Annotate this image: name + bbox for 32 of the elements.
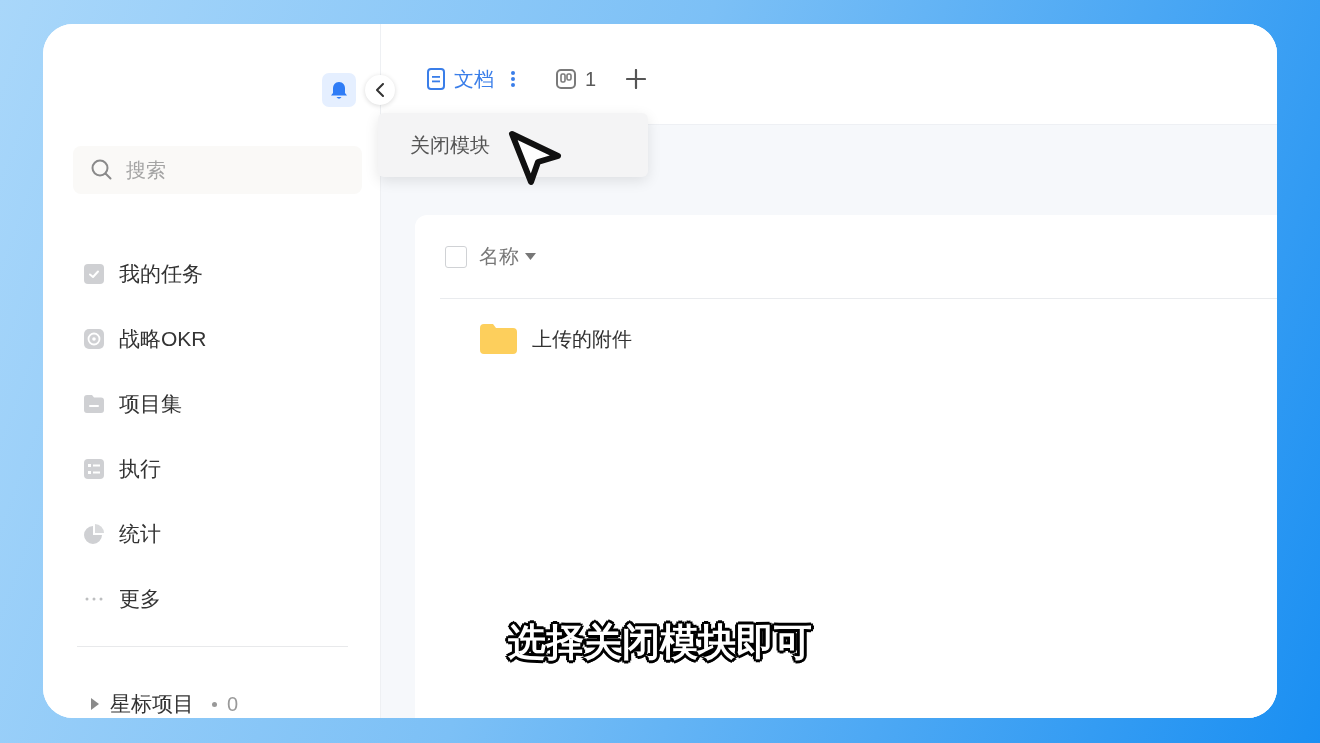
ellipsis-icon (84, 596, 104, 601)
more-options-icon[interactable] (510, 70, 516, 88)
file-row[interactable]: 上传的附件 (480, 324, 632, 354)
search-icon (91, 159, 112, 181)
sidebar-item[interactable]: 战略OKR (43, 306, 362, 372)
list-icon (84, 458, 104, 479)
separator-dot-icon (212, 701, 217, 707)
chevron-left-icon (376, 83, 384, 97)
add-icon[interactable] (626, 69, 647, 89)
pie-chart-icon (84, 523, 104, 544)
sidebar-item[interactable]: 更多 (43, 566, 362, 632)
starred-projects-toggle[interactable]: 星标项目 (91, 690, 194, 718)
tab[interactable]: 文档 (427, 64, 494, 94)
checkbox[interactable] (445, 245, 467, 268)
folder-icon (480, 324, 517, 354)
tab[interactable]: 1 (556, 64, 597, 94)
item-count: 0 (227, 692, 239, 716)
sidebar-item[interactable]: 我的任务 (43, 241, 362, 307)
kanban-board-icon (556, 69, 576, 89)
check-square-icon (84, 263, 104, 284)
document-icon (427, 68, 445, 90)
search-field[interactable]: 搜索 (73, 146, 362, 195)
folder-icon (84, 393, 104, 414)
sidebar-item[interactable]: 统计 (43, 501, 362, 567)
sidebar-item[interactable]: 项目集 (43, 371, 362, 437)
sidebar-item[interactable]: 执行 (43, 436, 362, 502)
menu-item[interactable]: 关闭模块 (384, 119, 642, 171)
target-icon (84, 328, 104, 349)
notification-button[interactable] (322, 73, 356, 107)
bell-icon (330, 80, 348, 100)
column-header[interactable]: 名称 (479, 243, 536, 270)
caret-down-icon (525, 253, 536, 260)
